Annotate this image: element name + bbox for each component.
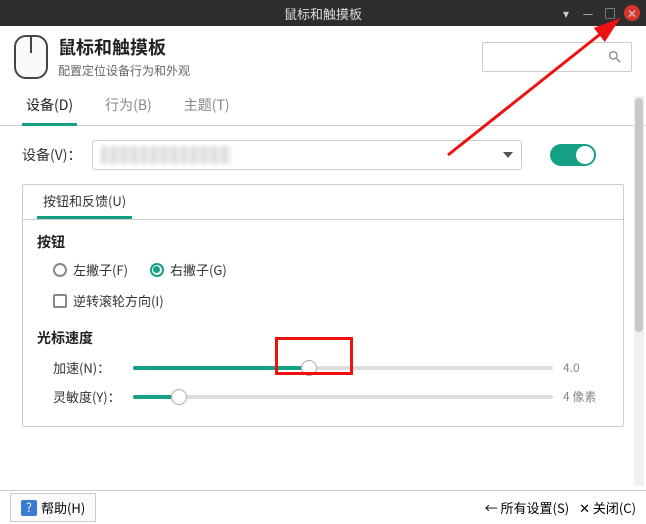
sens-slider[interactable] bbox=[133, 395, 553, 399]
accel-label: 加速(N)： bbox=[53, 358, 123, 377]
accel-value: 4.0 bbox=[563, 359, 609, 376]
main-tabs: 设备(D) 行为(B) 主题(T) bbox=[0, 87, 646, 126]
device-enable-toggle[interactable] bbox=[550, 144, 596, 166]
close-button[interactable]: ✕ 关闭(C) bbox=[579, 498, 636, 517]
all-settings-button[interactable]: ← 所有设置(S) bbox=[485, 498, 569, 517]
sens-value: 4 像素 bbox=[563, 388, 609, 405]
app-icon bbox=[6, 5, 22, 21]
panel-tab-buttons[interactable]: 按钮和反馈(U) bbox=[37, 185, 132, 219]
tab-behavior[interactable]: 行为(B) bbox=[101, 87, 156, 125]
scrollbar[interactable] bbox=[634, 96, 644, 486]
tab-devices[interactable]: 设备(D) bbox=[22, 87, 77, 126]
menu-icon[interactable]: ▾ bbox=[558, 5, 574, 21]
radio-right-handed[interactable]: 右撇子(G) bbox=[150, 260, 227, 279]
highlight-box bbox=[275, 337, 353, 375]
mouse-icon bbox=[14, 35, 48, 79]
window-title: 鼠标和触摸板 bbox=[284, 4, 362, 23]
titlebar: 鼠标和触摸板 ▾ — □ ✕ bbox=[0, 0, 646, 26]
buttons-title: 按钮 bbox=[37, 232, 609, 252]
chevron-down-icon bbox=[503, 152, 513, 158]
footer: ?帮助(H) ← 所有设置(S) ✕ 关闭(C) bbox=[0, 490, 646, 524]
device-select[interactable] bbox=[92, 140, 522, 170]
header: 鼠标和触摸板 配置定位设备行为和外观 bbox=[0, 26, 646, 87]
tab-theme[interactable]: 主题(T) bbox=[180, 87, 234, 125]
search-icon bbox=[607, 49, 623, 65]
close-icon[interactable]: ✕ bbox=[624, 5, 640, 21]
minimize-icon[interactable]: — bbox=[580, 5, 596, 21]
maximize-icon[interactable]: □ bbox=[602, 5, 618, 21]
help-button[interactable]: ?帮助(H) bbox=[10, 493, 96, 522]
radio-left-handed[interactable]: 左撇子(F) bbox=[53, 260, 128, 279]
sens-label: 灵敏度(Y)： bbox=[53, 387, 123, 406]
search-input[interactable] bbox=[482, 42, 632, 72]
device-label: 设备(V)： bbox=[22, 145, 82, 165]
page-title: 鼠标和触摸板 bbox=[58, 34, 190, 60]
checkbox-reverse-scroll[interactable]: 逆转滚轮方向(I) bbox=[53, 291, 609, 310]
buttons-panel: 按钮和反馈(U) 按钮 左撇子(F) 右撇子(G) 逆转滚轮方向(I) 光标速度… bbox=[22, 184, 624, 427]
page-subtitle: 配置定位设备行为和外观 bbox=[58, 62, 190, 79]
